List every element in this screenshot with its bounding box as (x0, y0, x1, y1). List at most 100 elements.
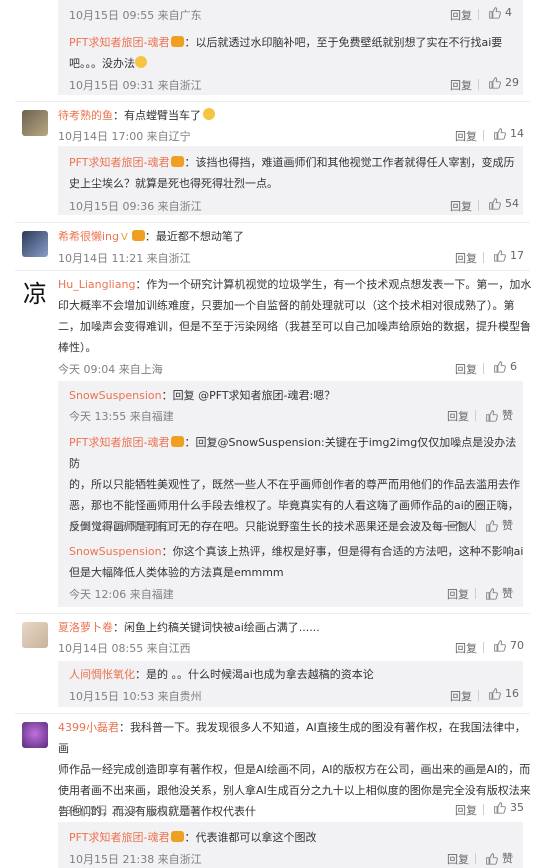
reply-button[interactable]: 回复 (455, 128, 477, 144)
like-button[interactable]: 4 (488, 6, 512, 19)
user-name[interactable]: 夏洛萝卜卷 (58, 621, 113, 634)
divider (475, 520, 476, 531)
user-name[interactable]: 待考熟的鱼 (58, 109, 113, 122)
avatar[interactable] (22, 722, 48, 748)
timestamp: 今天 13:55 来自福建 (69, 410, 174, 423)
like-button[interactable]: 17 (493, 249, 524, 262)
comment-text: ：该挡也得挡，难道画师们和其他视觉工作者就得任人宰割，变成历 (184, 156, 515, 169)
member-badge-icon (171, 831, 185, 842)
comment-text: 二，加噪声会变得难训，但是不至于污染网络（我甚至可以自己加噪声给原始的数据，提升… (58, 320, 531, 333)
comment-text: 的，所以只能牺牲美观性了，既然一些人不在乎画师创作者的尊严而用他们的作品去滥用去… (69, 478, 520, 491)
like-button[interactable]: 赞 (485, 407, 513, 423)
divider (478, 690, 479, 701)
like-button[interactable]: 赞 (485, 585, 513, 601)
reply-button[interactable]: 回复 (455, 250, 477, 266)
divider (15, 713, 530, 714)
thumb-up-icon (489, 688, 501, 700)
divider (475, 588, 476, 599)
comment-text: ：作为一个研究计算机视觉的垃圾学生，有一个技术观点想发表一下。第一，加水 (135, 278, 532, 291)
user-name[interactable]: PFT求知者旅团-魂君 (69, 36, 169, 49)
like-button[interactable]: 16 (488, 687, 519, 700)
sub-reply-block: PFT求知者旅团-魂君 ：以后就透过水印脑补吧，至于免费壁纸就别想了实在不行找ai… (58, 27, 523, 95)
comment-text: 棒性）。 (58, 341, 97, 354)
sub-reply-block: 人间惆怅氧化：是的 。。什么时候渴ai也成为拿去越稿的资本论 10月15日 10… (58, 661, 523, 707)
thumb-up-icon (489, 77, 501, 89)
like-button[interactable]: 6 (493, 360, 517, 373)
member-badge-icon (171, 436, 185, 447)
reply-button[interactable]: 回复 (455, 640, 477, 656)
like-button[interactable]: 70 (493, 639, 524, 652)
reply-button[interactable]: 回复 (450, 77, 472, 93)
reply-button[interactable]: 回复 (450, 198, 472, 214)
divider (478, 79, 479, 90)
thumb-up-icon (494, 361, 506, 373)
timestamp: 10月15日 10:53 来自贵州 (69, 690, 202, 703)
vip-icon: V (121, 232, 128, 243)
user-name[interactable]: PFT求知者旅团-魂君 (69, 156, 169, 169)
divider (483, 363, 484, 374)
comment-text: ：最近都不想动笔了 (144, 230, 244, 243)
comment-text: 使用者画不出来画，跟他没关系，别人拿AI生成百分之九十以上相似度的图你是完全没有… (58, 784, 531, 797)
like-button[interactable]: 35 (493, 801, 524, 814)
comment-text: 但是大幅降低人类体验的方法真是emmmm (69, 566, 284, 579)
reply-button[interactable]: 回复 (447, 586, 469, 602)
like-button[interactable]: 54 (488, 197, 519, 210)
like-count: 35 (510, 801, 524, 814)
timestamp: 10月15日 09:31 来自浙江 (69, 79, 202, 92)
comment-text: ：是的 。。什么时候渴ai也成为拿去越稿的资本论 (135, 668, 374, 681)
like-button[interactable]: 14 (493, 127, 524, 140)
comment-text: ：有点螳臂当车了 (113, 109, 201, 122)
avatar[interactable]: 凉 (22, 281, 48, 307)
comment-text: 印大概率不会增加训练难度，只要加一个自监督的前处理就可以（这个技术相对很成熟了）… (58, 299, 515, 312)
comment-text: 师作品一经完成创造即享有著作权，但是AI绘画不同，AI的版权方在公司，画出来的画… (58, 763, 531, 776)
comment-text: ：回复 @PFT求知者旅团-魂君:嗯？ (161, 389, 336, 402)
user-name[interactable]: SnowSuspension (69, 545, 162, 558)
like-count: 16 (505, 687, 519, 700)
user-name[interactable]: 希希很懒ing (58, 230, 119, 243)
reply-button[interactable]: 回复 (447, 408, 469, 424)
thumb-up-icon (486, 587, 498, 600)
like-count: 6 (510, 360, 517, 373)
reply-button[interactable]: 回复 (450, 688, 472, 704)
user-name[interactable]: PFT求知者旅团-魂君 (69, 831, 169, 844)
user-name[interactable]: 4399小磊君 (58, 721, 119, 734)
divider (478, 200, 479, 211)
like-count: 29 (505, 76, 519, 89)
reply-button[interactable]: 回复 (447, 851, 469, 867)
timestamp: 10月15日 09:55 来自广东 (69, 9, 202, 22)
avatar[interactable] (22, 110, 48, 136)
timestamp: 10月14日 08:55 来自江西 (58, 642, 191, 655)
sub-reply-block: SnowSuspension：回复 @PFT求知者旅团-魂君:嗯？ 今天 13:… (58, 381, 523, 607)
thumb-up-icon (494, 802, 506, 814)
divider (475, 410, 476, 421)
divider (15, 270, 530, 271)
like-count: 14 (510, 127, 524, 140)
divider (483, 804, 484, 815)
like-count: 70 (510, 639, 524, 652)
user-name[interactable]: SnowSuspension (69, 389, 162, 402)
divider (15, 101, 530, 102)
thumb-up-icon (494, 128, 506, 140)
thumb-up-icon (486, 852, 498, 865)
avatar[interactable] (22, 622, 48, 648)
reply-button[interactable]: 回复 (447, 518, 469, 534)
reply-button[interactable]: 回复 (455, 361, 477, 377)
comment-text: ：以后就透过水印脑补吧，至于免费壁纸就别想了实在不行找ai要 (184, 36, 503, 49)
divider (483, 130, 484, 141)
thumb-up-icon (489, 7, 501, 19)
avatar[interactable] (22, 231, 48, 257)
sub-reply-block: PFT求知者旅团-魂君 ：该挡也得挡，难道画师们和其他视觉工作者就得任人宰割，变成… (58, 146, 523, 215)
like-button[interactable]: 29 (488, 76, 519, 89)
member-badge-icon (131, 230, 145, 241)
user-name[interactable]: Hu_Liangliang (58, 278, 135, 291)
reply-button[interactable]: 回复 (455, 802, 477, 818)
like-button[interactable]: 赞 (485, 517, 513, 533)
like-label: 赞 (502, 852, 513, 865)
like-button[interactable]: 赞 (485, 850, 513, 866)
thumb-up-icon (489, 198, 501, 210)
reply-button[interactable]: 回复 (450, 7, 472, 23)
sub-reply-block: PFT求知者旅团-魂君 ：代表谁都可以拿这个图改 10月15日 21:38 来自浙… (58, 822, 523, 868)
thumb-up-icon (486, 409, 498, 422)
user-name[interactable]: PFT求知者旅团-魂君 (69, 436, 169, 449)
user-name[interactable]: 人间惆怅氧化 (69, 668, 135, 681)
